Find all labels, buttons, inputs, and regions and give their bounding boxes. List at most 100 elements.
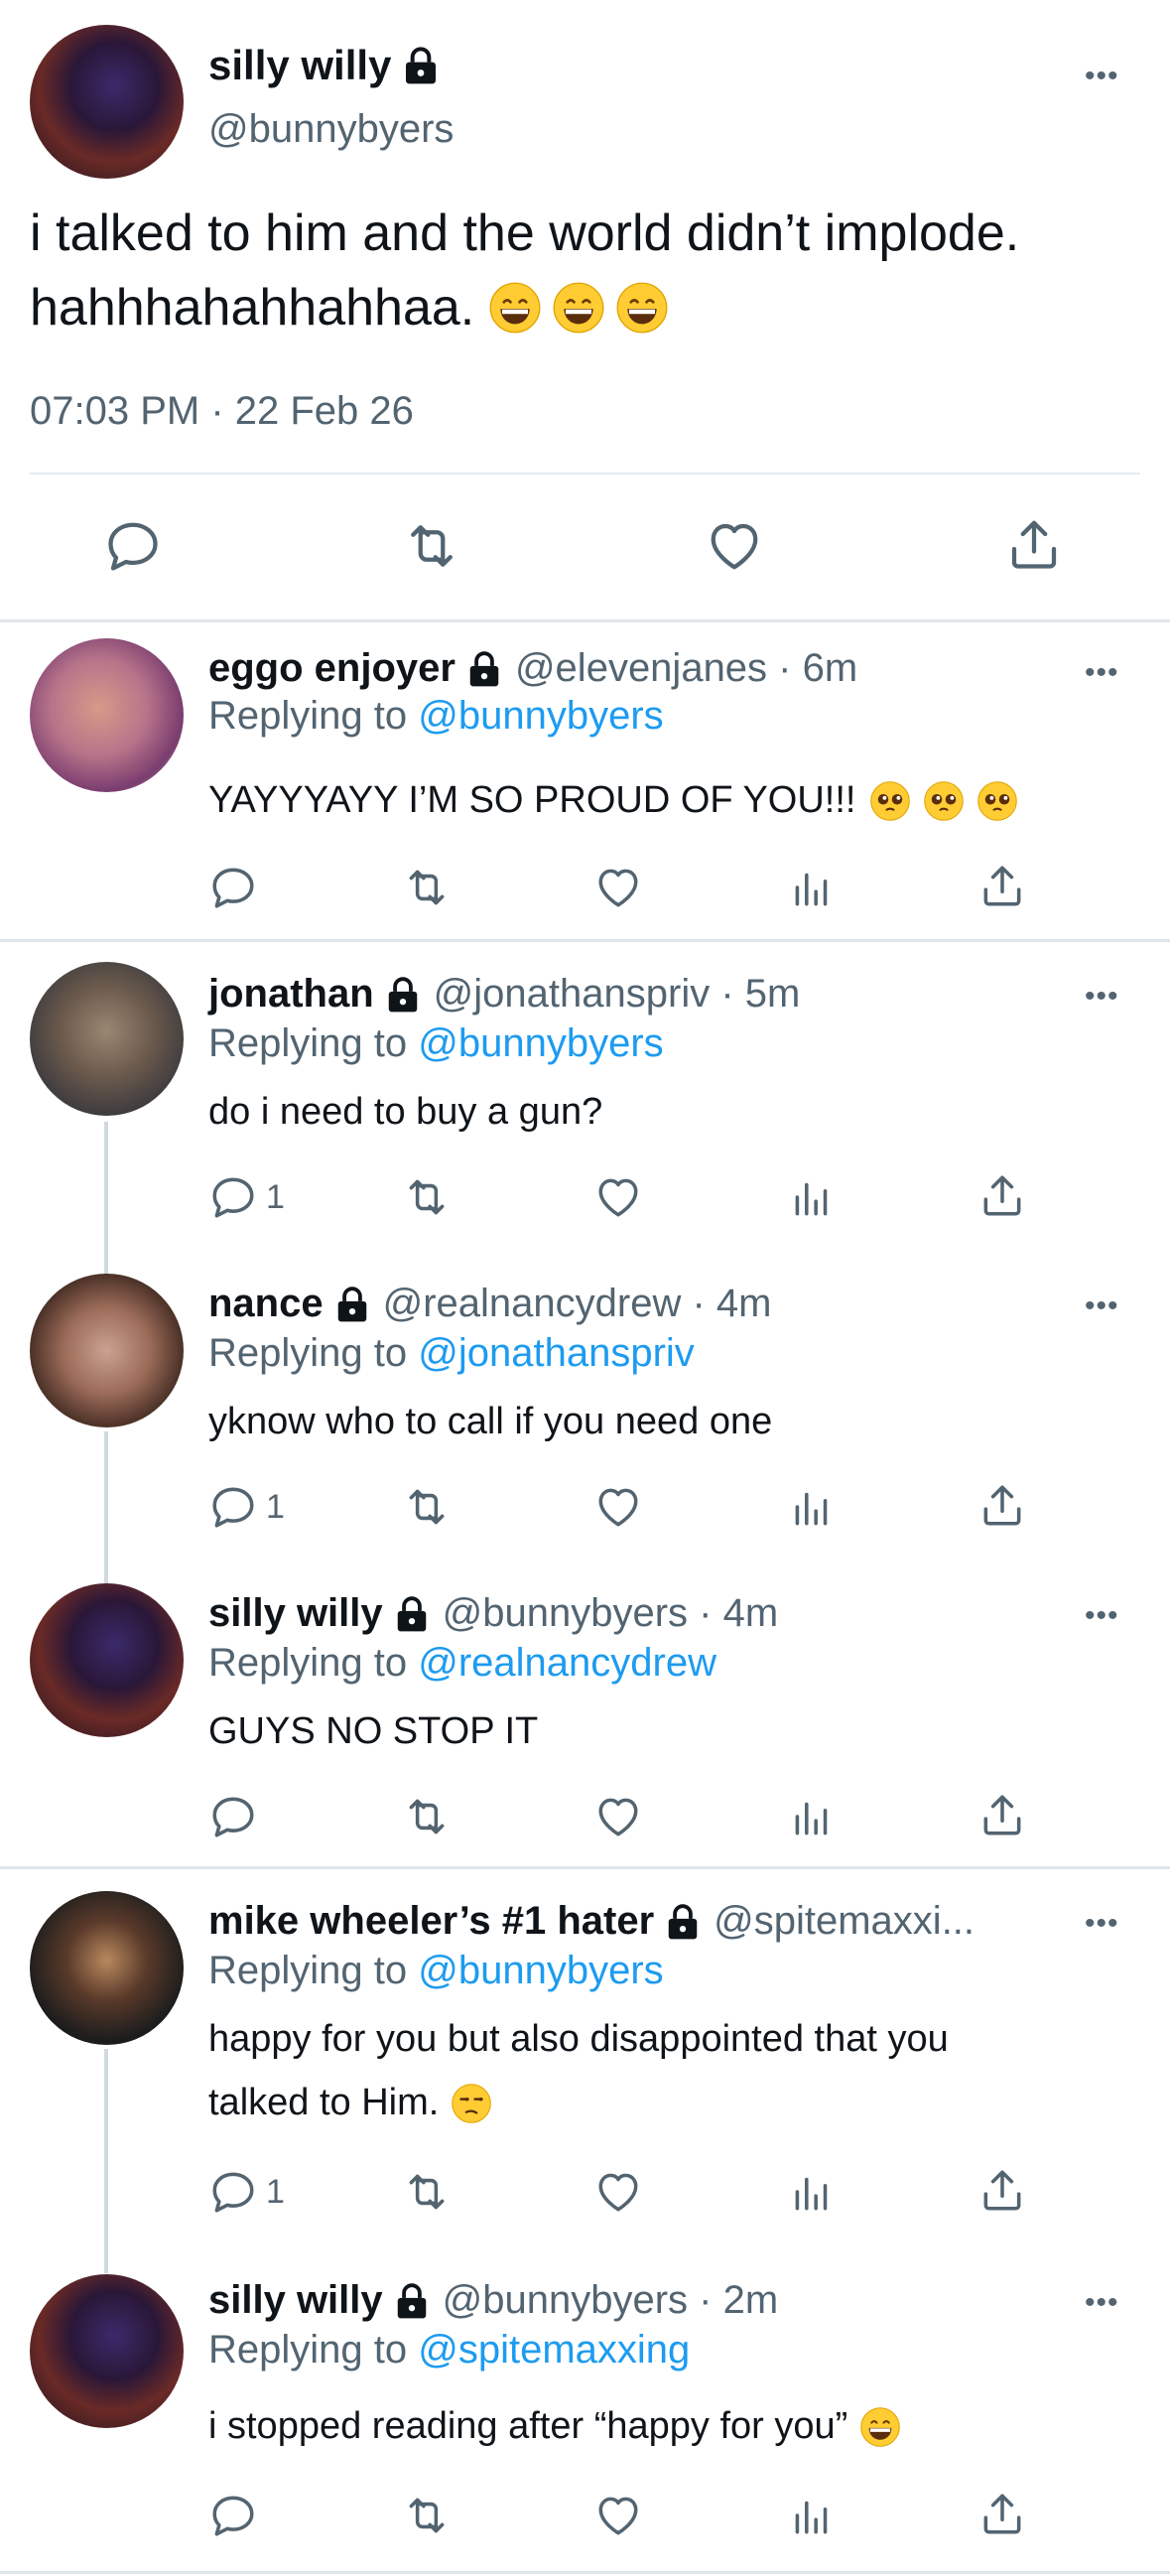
reply-icon — [208, 1482, 258, 1532]
share-button[interactable] — [977, 1790, 1027, 1839]
analytics-icon — [787, 2167, 837, 2217]
reply-header: silly willy @bunnybyers · 4m — [208, 1591, 778, 1636]
replying-to: Replying to @spitemaxxing — [208, 2328, 690, 2373]
share-button[interactable] — [1004, 514, 1064, 574]
handle-time[interactable]: @realnancydrew · 4m — [383, 1282, 772, 1326]
avatar[interactable] — [30, 25, 184, 179]
handle[interactable]: @bunnybyers — [208, 107, 454, 152]
mention-link[interactable]: @realnancydrew — [418, 1641, 716, 1685]
reply-button[interactable] — [208, 863, 258, 912]
more-icon[interactable]: ••• — [1085, 1909, 1119, 1939]
mention-link[interactable]: @bunnybyers — [418, 694, 663, 738]
unamused-emoji — [451, 2083, 492, 2124]
analytics-button[interactable] — [787, 1482, 837, 1532]
mention-link[interactable]: @bunnybyers — [418, 1021, 663, 1065]
grinning-emoji — [615, 281, 669, 335]
avatar[interactable] — [30, 1583, 184, 1737]
main-tweet: silly willy @bunnybyers ••• i talked to … — [0, 0, 1170, 621]
like-button[interactable] — [593, 2491, 643, 2540]
analytics-button[interactable] — [787, 863, 837, 912]
display-name[interactable]: silly willy — [208, 42, 441, 89]
like-icon — [593, 1172, 643, 1222]
like-button[interactable] — [593, 2167, 643, 2217]
reply-header: nance @realnancydrew · 4m — [208, 1282, 771, 1326]
reply-button[interactable] — [103, 516, 163, 576]
lock-icon — [393, 2282, 431, 2320]
handle-time[interactable]: @bunnybyers · 4m — [443, 1591, 779, 1636]
more-icon[interactable]: ••• — [1085, 658, 1119, 688]
retweet-button[interactable] — [402, 863, 452, 912]
mention-link[interactable]: @bunnybyers — [418, 1949, 663, 1992]
analytics-icon — [787, 863, 837, 912]
more-icon[interactable]: ••• — [1085, 62, 1119, 91]
like-button[interactable] — [593, 1172, 643, 1222]
mention-link[interactable]: @spitemaxxing — [418, 2328, 690, 2372]
analytics-button[interactable] — [787, 2491, 837, 2540]
share-button[interactable] — [977, 861, 1027, 910]
retweet-button[interactable] — [402, 1172, 452, 1222]
avatar[interactable] — [30, 1891, 184, 2045]
replying-prefix: Replying to — [208, 1641, 408, 1685]
analytics-button[interactable] — [787, 1172, 837, 1222]
retweet-button[interactable] — [402, 1482, 452, 1532]
reply-button[interactable]: 1 — [208, 1172, 285, 1222]
reply-text: do i need to buy a gun? — [208, 1091, 603, 1133]
reply-count: 1 — [266, 2172, 285, 2211]
avatar[interactable] — [30, 638, 184, 792]
replying-prefix: Replying to — [208, 1949, 408, 1992]
display-name[interactable]: silly willy — [208, 2278, 383, 2323]
like-button[interactable] — [705, 516, 764, 576]
like-button[interactable] — [593, 1482, 643, 1532]
timestamp[interactable]: 07:03 PM · 22 Feb 26 — [30, 389, 414, 434]
display-name[interactable]: mike wheeler’s #1 hater — [208, 1899, 654, 1944]
handle-time[interactable]: @bunnybyers · 2m — [443, 2278, 779, 2323]
like-icon — [593, 2491, 643, 2540]
reply-button[interactable]: 1 — [208, 1482, 285, 1532]
avatar[interactable] — [30, 962, 184, 1116]
reply-icon — [208, 2491, 258, 2540]
more-icon[interactable]: ••• — [1085, 1601, 1119, 1631]
retweet-button[interactable] — [402, 1792, 452, 1841]
divider — [30, 473, 1140, 475]
more-icon[interactable]: ••• — [1085, 2288, 1119, 2318]
display-name[interactable]: nance — [208, 1282, 324, 1326]
reply-count: 1 — [266, 1487, 285, 1526]
analytics-button[interactable] — [787, 2167, 837, 2217]
retweet-button[interactable] — [402, 2491, 452, 2540]
section-divider — [0, 2571, 1170, 2574]
replying-prefix: Replying to — [208, 1331, 408, 1375]
analytics-button[interactable] — [787, 1792, 837, 1841]
share-button[interactable] — [977, 2489, 1027, 2538]
more-icon[interactable]: ••• — [1085, 982, 1119, 1012]
like-icon — [593, 2167, 643, 2217]
handle-time[interactable]: @spitemaxxi... — [714, 1899, 975, 1944]
reply-icon — [208, 1792, 258, 1841]
display-name[interactable]: silly willy — [208, 1591, 383, 1636]
tweet-text-line2-text: hahhhahahhahhaa. — [30, 279, 475, 337]
retweet-button[interactable] — [402, 516, 461, 576]
reply-text-content: i stopped reading after “happy for you” — [208, 2405, 848, 2447]
retweet-button[interactable] — [402, 2167, 452, 2217]
like-icon — [705, 516, 764, 576]
display-name[interactable]: eggo enjoyer — [208, 646, 455, 691]
more-icon[interactable]: ••• — [1085, 1291, 1119, 1321]
replying-to: Replying to @bunnybyers — [208, 694, 664, 739]
reply-button[interactable] — [208, 2491, 258, 2540]
like-button[interactable] — [593, 1792, 643, 1841]
grinning-emoji — [859, 2406, 901, 2448]
reply-button[interactable]: 1 — [208, 2167, 285, 2217]
share-button[interactable] — [977, 1480, 1027, 1530]
mention-link[interactable]: @jonathanspriv — [418, 1331, 695, 1375]
replying-to: Replying to @bunnybyers — [208, 1949, 664, 1993]
handle-time[interactable]: @jonathanspriv · 5m — [434, 972, 801, 1017]
lock-icon — [393, 1595, 431, 1633]
display-name[interactable]: jonathan — [208, 972, 374, 1017]
handle-time[interactable]: @elevenjanes · 6m — [515, 646, 857, 691]
share-button[interactable] — [977, 1170, 1027, 1220]
reply-tweet: jonathan @jonathanspriv · 5m ••• Replyin… — [0, 942, 1170, 1250]
avatar[interactable] — [30, 2274, 184, 2428]
reply-button[interactable] — [208, 1792, 258, 1841]
avatar[interactable] — [30, 1274, 184, 1427]
share-button[interactable] — [977, 2165, 1027, 2215]
like-button[interactable] — [593, 863, 643, 912]
